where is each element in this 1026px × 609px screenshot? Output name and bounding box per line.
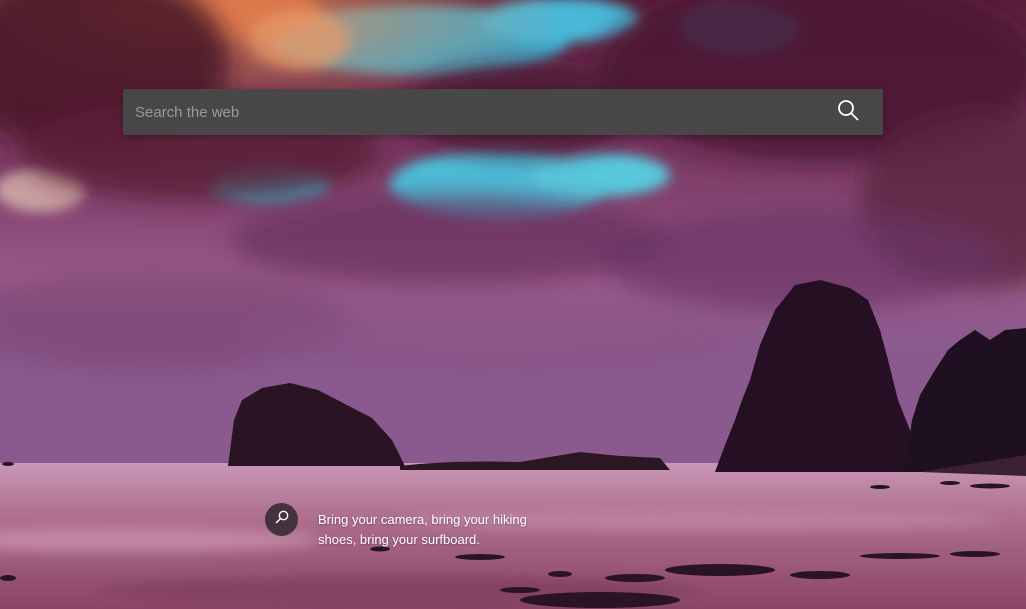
search-bar [123,89,883,135]
image-info-button[interactable] [265,503,298,536]
magnifier-icon [274,509,290,530]
search-button[interactable] [813,89,883,135]
image-caption: Bring your camera, bring your hiking sho… [265,503,565,551]
caption-text: Bring your camera, bring your hiking sho… [318,512,527,547]
search-input[interactable] [123,89,813,135]
search-icon [837,99,859,126]
